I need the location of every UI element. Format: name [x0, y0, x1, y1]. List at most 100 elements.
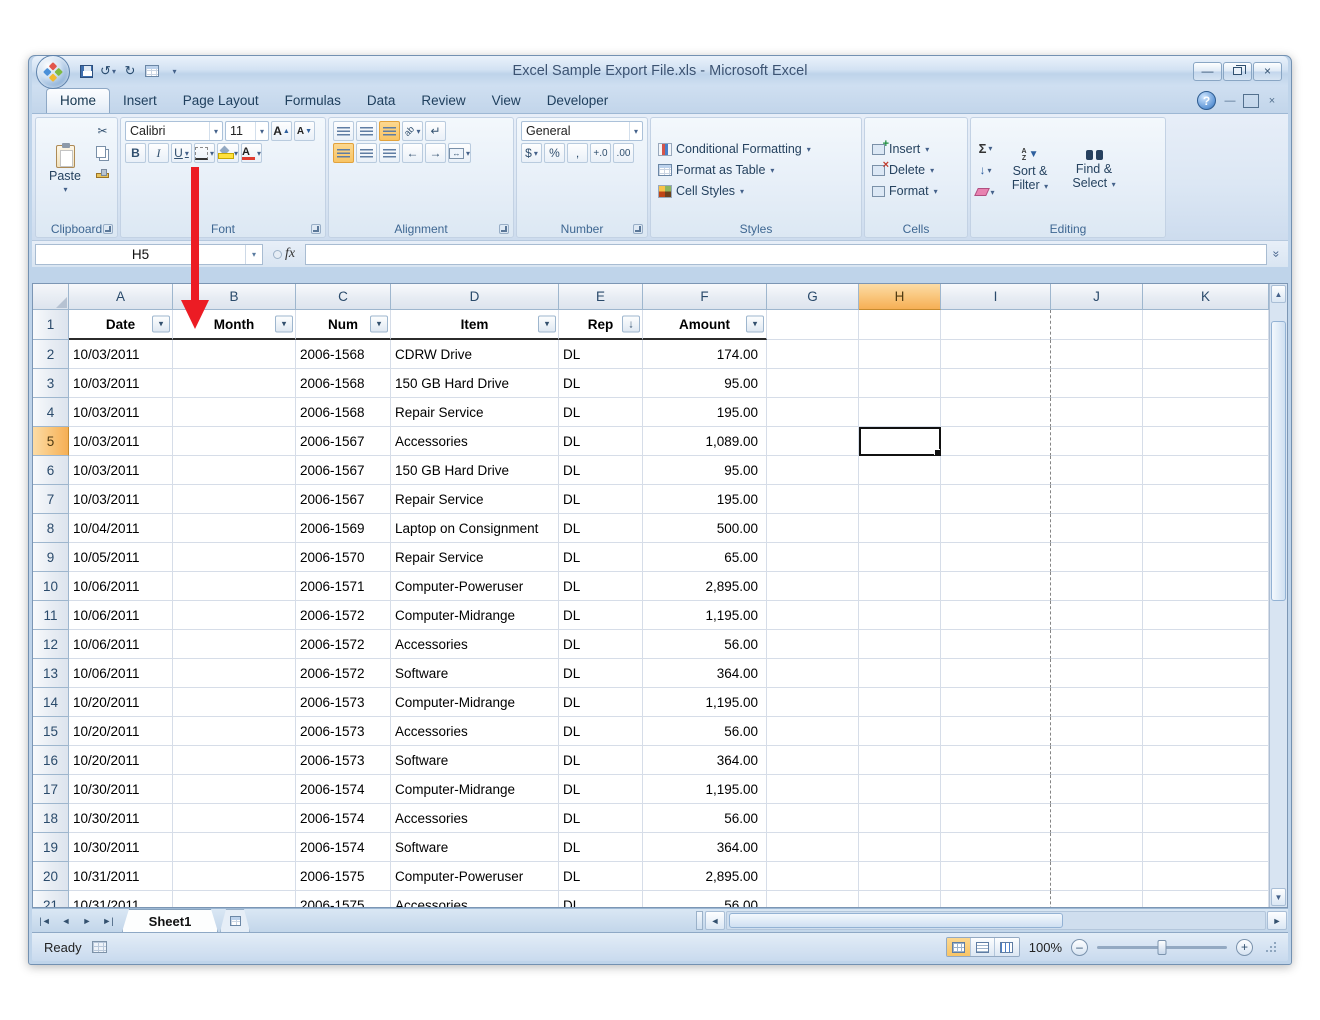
- cell-C14[interactable]: 2006-1573: [296, 688, 391, 717]
- cell-I11[interactable]: [941, 601, 1051, 630]
- cell-C20[interactable]: 2006-1575: [296, 862, 391, 891]
- cell-G19[interactable]: [767, 833, 859, 862]
- cell-J16[interactable]: [1051, 746, 1143, 775]
- tab-view[interactable]: View: [479, 89, 534, 113]
- cell-D5[interactable]: Accessories: [391, 427, 559, 456]
- column-header-h[interactable]: H: [859, 284, 941, 310]
- row-header-8[interactable]: 8: [33, 514, 69, 543]
- cell-J2[interactable]: [1051, 340, 1143, 369]
- cell-J17[interactable]: [1051, 775, 1143, 804]
- cell-K7[interactable]: [1143, 485, 1269, 514]
- cell-J19[interactable]: [1051, 833, 1143, 862]
- cell-A7[interactable]: 10/03/2011: [69, 485, 173, 514]
- cell-H1[interactable]: [859, 310, 941, 340]
- cell-J7[interactable]: [1051, 485, 1143, 514]
- cell-B20[interactable]: [173, 862, 296, 891]
- previous-sheet-button[interactable]: ◄: [56, 912, 76, 930]
- cell-G9[interactable]: [767, 543, 859, 572]
- row-header-14[interactable]: 14: [33, 688, 69, 717]
- cell-K14[interactable]: [1143, 688, 1269, 717]
- vertical-scroll-track[interactable]: [1270, 304, 1287, 887]
- sheet-tab-sheet1[interactable]: Sheet1: [122, 909, 218, 932]
- cell-H3[interactable]: [859, 369, 941, 398]
- zoom-out-button[interactable]: –: [1071, 939, 1088, 956]
- cell-C2[interactable]: 2006-1568: [296, 340, 391, 369]
- cell-C18[interactable]: 2006-1574: [296, 804, 391, 833]
- cell-K16[interactable]: [1143, 746, 1269, 775]
- row-header-10[interactable]: 10: [33, 572, 69, 601]
- cell-E15[interactable]: DL: [559, 717, 643, 746]
- fill-button[interactable]: ↓▾: [975, 160, 996, 180]
- cell-I1[interactable]: [941, 310, 1051, 340]
- cell-D6[interactable]: 150 GB Hard Drive: [391, 456, 559, 485]
- cell-C11[interactable]: 2006-1572: [296, 601, 391, 630]
- cell-B13[interactable]: [173, 659, 296, 688]
- column-header-d[interactable]: D: [391, 284, 559, 310]
- cell-B5[interactable]: [173, 427, 296, 456]
- column-header-c[interactable]: C: [296, 284, 391, 310]
- cell-D19[interactable]: Software: [391, 833, 559, 862]
- italic-button[interactable]: I: [148, 143, 169, 163]
- cell-F11[interactable]: 1,195.00: [643, 601, 767, 630]
- cell-G5[interactable]: [767, 427, 859, 456]
- font-name-select[interactable]: Calibri ▾: [125, 121, 223, 141]
- cell-E5[interactable]: DL: [559, 427, 643, 456]
- cell-H17[interactable]: [859, 775, 941, 804]
- next-sheet-button[interactable]: ►: [77, 912, 97, 930]
- cell-F5[interactable]: 1,089.00: [643, 427, 767, 456]
- cell-D17[interactable]: Computer-Midrange: [391, 775, 559, 804]
- scroll-right-button[interactable]: ►: [1267, 911, 1287, 930]
- cell-A5[interactable]: 10/03/2011: [69, 427, 173, 456]
- cell-E16[interactable]: DL: [559, 746, 643, 775]
- accounting-format-button[interactable]: $▾: [521, 143, 542, 163]
- cell-G10[interactable]: [767, 572, 859, 601]
- cell-D21[interactable]: Accessories: [391, 891, 559, 907]
- cell-B2[interactable]: [173, 340, 296, 369]
- row-header-13[interactable]: 13: [33, 659, 69, 688]
- cell-J13[interactable]: [1051, 659, 1143, 688]
- cell-H2[interactable]: [859, 340, 941, 369]
- cell-A15[interactable]: 10/20/2011: [69, 717, 173, 746]
- cell-J10[interactable]: [1051, 572, 1143, 601]
- align-center-button[interactable]: [356, 143, 377, 163]
- cell-D13[interactable]: Software: [391, 659, 559, 688]
- cell-I4[interactable]: [941, 398, 1051, 427]
- cell-K13[interactable]: [1143, 659, 1269, 688]
- cell-styles-button[interactable]: Cell Styles ▾: [654, 181, 858, 202]
- horizontal-split-handle[interactable]: [696, 911, 703, 930]
- font-dialog-launcher[interactable]: [311, 224, 321, 234]
- cell-G2[interactable]: [767, 340, 859, 369]
- cell-F7[interactable]: 195.00: [643, 485, 767, 514]
- cell-E8[interactable]: DL: [559, 514, 643, 543]
- cell-H7[interactable]: [859, 485, 941, 514]
- cell-G11[interactable]: [767, 601, 859, 630]
- page-break-view-button[interactable]: [995, 938, 1019, 956]
- cell-G7[interactable]: [767, 485, 859, 514]
- cell-A10[interactable]: 10/06/2011: [69, 572, 173, 601]
- cell-J1[interactable]: [1051, 310, 1143, 340]
- cell-D12[interactable]: Accessories: [391, 630, 559, 659]
- cell-H19[interactable]: [859, 833, 941, 862]
- cell-C13[interactable]: 2006-1572: [296, 659, 391, 688]
- cell-I18[interactable]: [941, 804, 1051, 833]
- scroll-up-button[interactable]: ▲: [1271, 285, 1286, 303]
- column-header-k[interactable]: K: [1143, 284, 1269, 310]
- cell-K19[interactable]: [1143, 833, 1269, 862]
- save-button[interactable]: [76, 61, 96, 81]
- minimize-button[interactable]: —: [1193, 62, 1222, 81]
- cell-K9[interactable]: [1143, 543, 1269, 572]
- row-header-16[interactable]: 16: [33, 746, 69, 775]
- cell-C15[interactable]: 2006-1573: [296, 717, 391, 746]
- vertical-scroll-thumb[interactable]: [1271, 321, 1286, 601]
- cell-K6[interactable]: [1143, 456, 1269, 485]
- normal-view-button[interactable]: [947, 938, 971, 956]
- cell-C19[interactable]: 2006-1574: [296, 833, 391, 862]
- cell-E3[interactable]: DL: [559, 369, 643, 398]
- cell-B14[interactable]: [173, 688, 296, 717]
- cell-F8[interactable]: 500.00: [643, 514, 767, 543]
- cell-H15[interactable]: [859, 717, 941, 746]
- cell-H6[interactable]: [859, 456, 941, 485]
- zoom-slider-thumb[interactable]: [1158, 940, 1167, 955]
- help-button[interactable]: ?: [1197, 91, 1216, 110]
- cell-F20[interactable]: 2,895.00: [643, 862, 767, 891]
